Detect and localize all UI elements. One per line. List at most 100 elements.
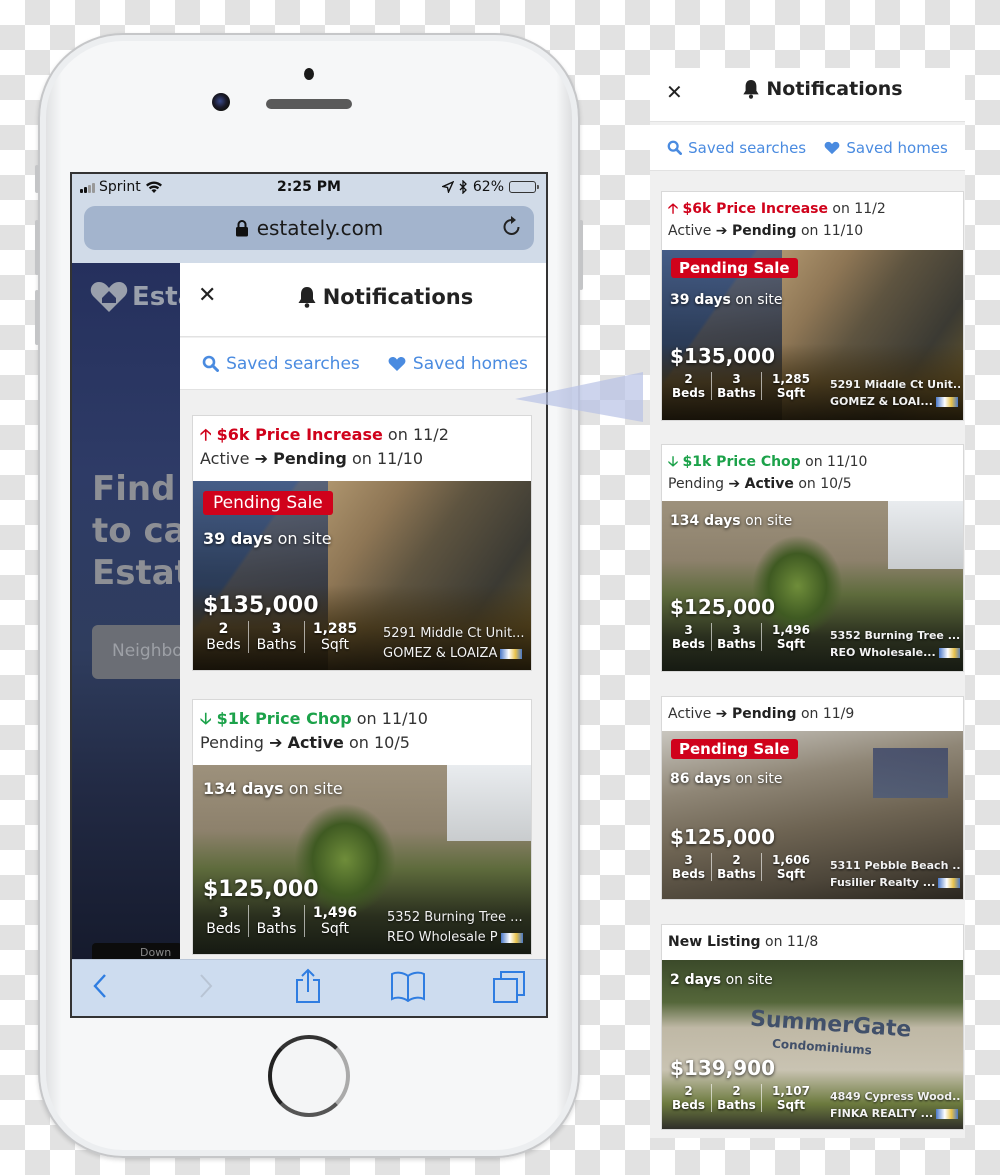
status-to: Pending — [273, 449, 347, 468]
event-date: on 11/10 — [805, 454, 868, 470]
days-value: 39 days — [670, 292, 731, 308]
listing-stats: 2 Beds 3 Baths 1,285 Sqft — [199, 621, 365, 653]
sqft-label: Sqft — [321, 921, 349, 937]
status-bar: Sprint 2:25 PM 62% — [72, 174, 546, 200]
days-value: 86 days — [670, 771, 731, 787]
listing-photo[interactable]: 134 days on site $125,000 3 Beds 3 Baths 1… — [662, 501, 963, 671]
address: 5311 Pebble Beach ... — [830, 859, 960, 872]
status-from: Pending — [200, 733, 264, 752]
status-change-line: Active ➔ Pending on 11/10 — [668, 220, 963, 242]
baths-label: Baths — [256, 921, 297, 937]
status-from: Active — [668, 706, 712, 722]
broker: GOMEZ & LOAI... — [830, 393, 960, 410]
beds-value: 2 — [684, 1084, 693, 1098]
listing-photo[interactable]: 134 days on site $125,000 3 Beds 3 Baths 1… — [193, 765, 531, 954]
background-page: Esta Find to ca Estat Neighbo Down — [72, 263, 202, 963]
address-bar[interactable]: estately.com — [84, 206, 534, 250]
broker-name: GOMEZ & LOAI... — [830, 395, 933, 408]
listing-address-block: 5291 Middle Ct Unit... GOMEZ & LOAIZA — [383, 624, 525, 664]
arrow-right-icon: ➔ — [715, 706, 728, 722]
earpiece-speaker — [266, 99, 352, 109]
tab-saved-searches[interactable]: Saved searches — [667, 139, 806, 157]
sqft-stat: 1,496 Sqft — [762, 623, 820, 651]
new-listing-label: New Listing — [668, 934, 761, 950]
tab-saved-homes[interactable]: Saved homes — [388, 354, 528, 374]
location-arrow-icon — [441, 181, 454, 193]
days-value: 39 days — [203, 529, 273, 548]
sqft-stat: 1,285 Sqft — [762, 372, 820, 400]
tab-saved-homes[interactable]: Saved homes — [824, 139, 948, 157]
front-camera-icon — [212, 93, 230, 111]
days-suffix: on site — [735, 292, 783, 308]
baths-stat: 3 Baths — [249, 905, 305, 937]
status-to: Pending — [731, 223, 797, 239]
arrow-up-icon: 🡡 — [200, 425, 212, 444]
notification-card[interactable]: 🡡 $6k Price Increase on 11/2 Active ➔ Pe… — [661, 191, 964, 421]
listing-photo[interactable]: Pending Sale 39 days on site $135,000 2B… — [193, 481, 531, 670]
listing-photo[interactable]: Pending Sale 39 days on site $135,000 2B… — [662, 250, 963, 420]
tab-saved-searches[interactable]: Saved searches — [202, 354, 360, 374]
baths-value: 2 — [732, 853, 741, 867]
baths-stat: 3 Baths — [249, 621, 305, 653]
bookmarks-icon — [391, 971, 425, 1003]
sqft-value: 1,285 — [772, 372, 810, 386]
back-icon — [93, 974, 106, 998]
mls-logo-icon — [500, 648, 523, 659]
days-value: 134 days — [203, 779, 284, 798]
listing-stats: 3 Beds 3 Baths 1,496 Sqft — [666, 623, 820, 651]
beds-label: Beds — [671, 637, 706, 651]
status-change-line: Pending ➔ Active on 10/5 — [200, 731, 531, 755]
panel-header: ✕ Notifications — [650, 68, 965, 122]
sqft-label: Sqft — [776, 637, 806, 651]
beds-value: 2 — [218, 621, 229, 637]
listing-stats: 2 Beds 2 Baths 1,107 Sqft — [666, 1084, 820, 1112]
listing-photo[interactable]: Pending Sale 86 days on site $125,000 3B… — [662, 731, 963, 899]
notification-card[interactable]: 🡣 $1k Price Chop on 11/10 Pending ➔ Acti… — [661, 444, 964, 672]
notification-card[interactable]: New Listing on 11/8 SummerGate Condomini… — [661, 924, 964, 1130]
tab-label: Saved searches — [226, 353, 360, 374]
bookmarks-button[interactable] — [390, 970, 426, 1008]
bluetooth-icon — [459, 180, 467, 194]
sqft-label: Sqft — [776, 386, 806, 400]
notification-card[interactable]: 🡡 $6k Price Increase on 11/2 Active ➔ Pe… — [192, 415, 532, 671]
home-button[interactable] — [268, 1035, 350, 1117]
arrow-right-icon: ➔ — [715, 223, 728, 239]
bell-icon — [743, 80, 760, 99]
notification-card[interactable]: 🡣 $1k Price Chop on 11/10 Pending ➔ Acti… — [192, 699, 532, 955]
listing-stats: 3 Beds 3 Baths 1,496 Sqft — [199, 905, 365, 937]
search-icon — [202, 355, 220, 372]
tabs-button[interactable] — [492, 970, 526, 1010]
sqft-stat: 1,606 Sqft — [762, 853, 820, 881]
price-chop-label: $1k Price Chop — [682, 454, 801, 470]
beds-stat: 3 Beds — [199, 905, 249, 937]
forward-button[interactable] — [198, 972, 214, 1006]
broker: Fusilier Realty ... — [830, 874, 960, 891]
baths-label: Baths — [717, 867, 756, 881]
back-button[interactable] — [92, 972, 108, 1006]
listing-address-block: 5311 Pebble Beach ... Fusilier Realty ..… — [830, 857, 960, 891]
status-to: Active — [287, 733, 344, 752]
beds-label: Beds — [206, 921, 241, 937]
listing-stats: 3 Beds 2 Baths 1,606 Sqft — [666, 853, 820, 881]
beds-label: Beds — [671, 867, 706, 881]
sqft-value: 1,496 — [772, 623, 810, 637]
status-to: Active — [744, 476, 794, 492]
share-button[interactable] — [294, 968, 322, 1010]
beds-label: Beds — [671, 386, 706, 400]
heart-house-icon — [90, 282, 128, 312]
sqft-label: Sqft — [776, 1098, 806, 1112]
beds-stat: 2 Beds — [199, 621, 249, 653]
address: 4849 Cypress Wood... — [830, 1090, 960, 1103]
reload-button[interactable] — [502, 215, 522, 243]
notification-card[interactable]: Active ➔ Pending on 11/9 Pending Sale 86… — [661, 696, 964, 900]
address: 5291 Middle Ct Unit... — [830, 378, 960, 391]
browser-chrome-top: Sprint 2:25 PM 62% estately.com — [72, 174, 546, 263]
app-store-label: Down — [140, 946, 172, 959]
days-on-site: 86 days on site — [670, 771, 783, 787]
address: 5352 Burning Tree ... — [387, 910, 523, 925]
sqft-value: 1,107 — [772, 1084, 810, 1098]
address: 5291 Middle Ct Unit... — [383, 626, 525, 641]
sqft-stat: 1,107 Sqft — [762, 1084, 820, 1112]
listing-address-block: 5352 Burning Tree ... REO Wholesale P — [387, 908, 525, 948]
listing-photo[interactable]: SummerGate Condominiums 2 days on site $… — [662, 960, 963, 1129]
